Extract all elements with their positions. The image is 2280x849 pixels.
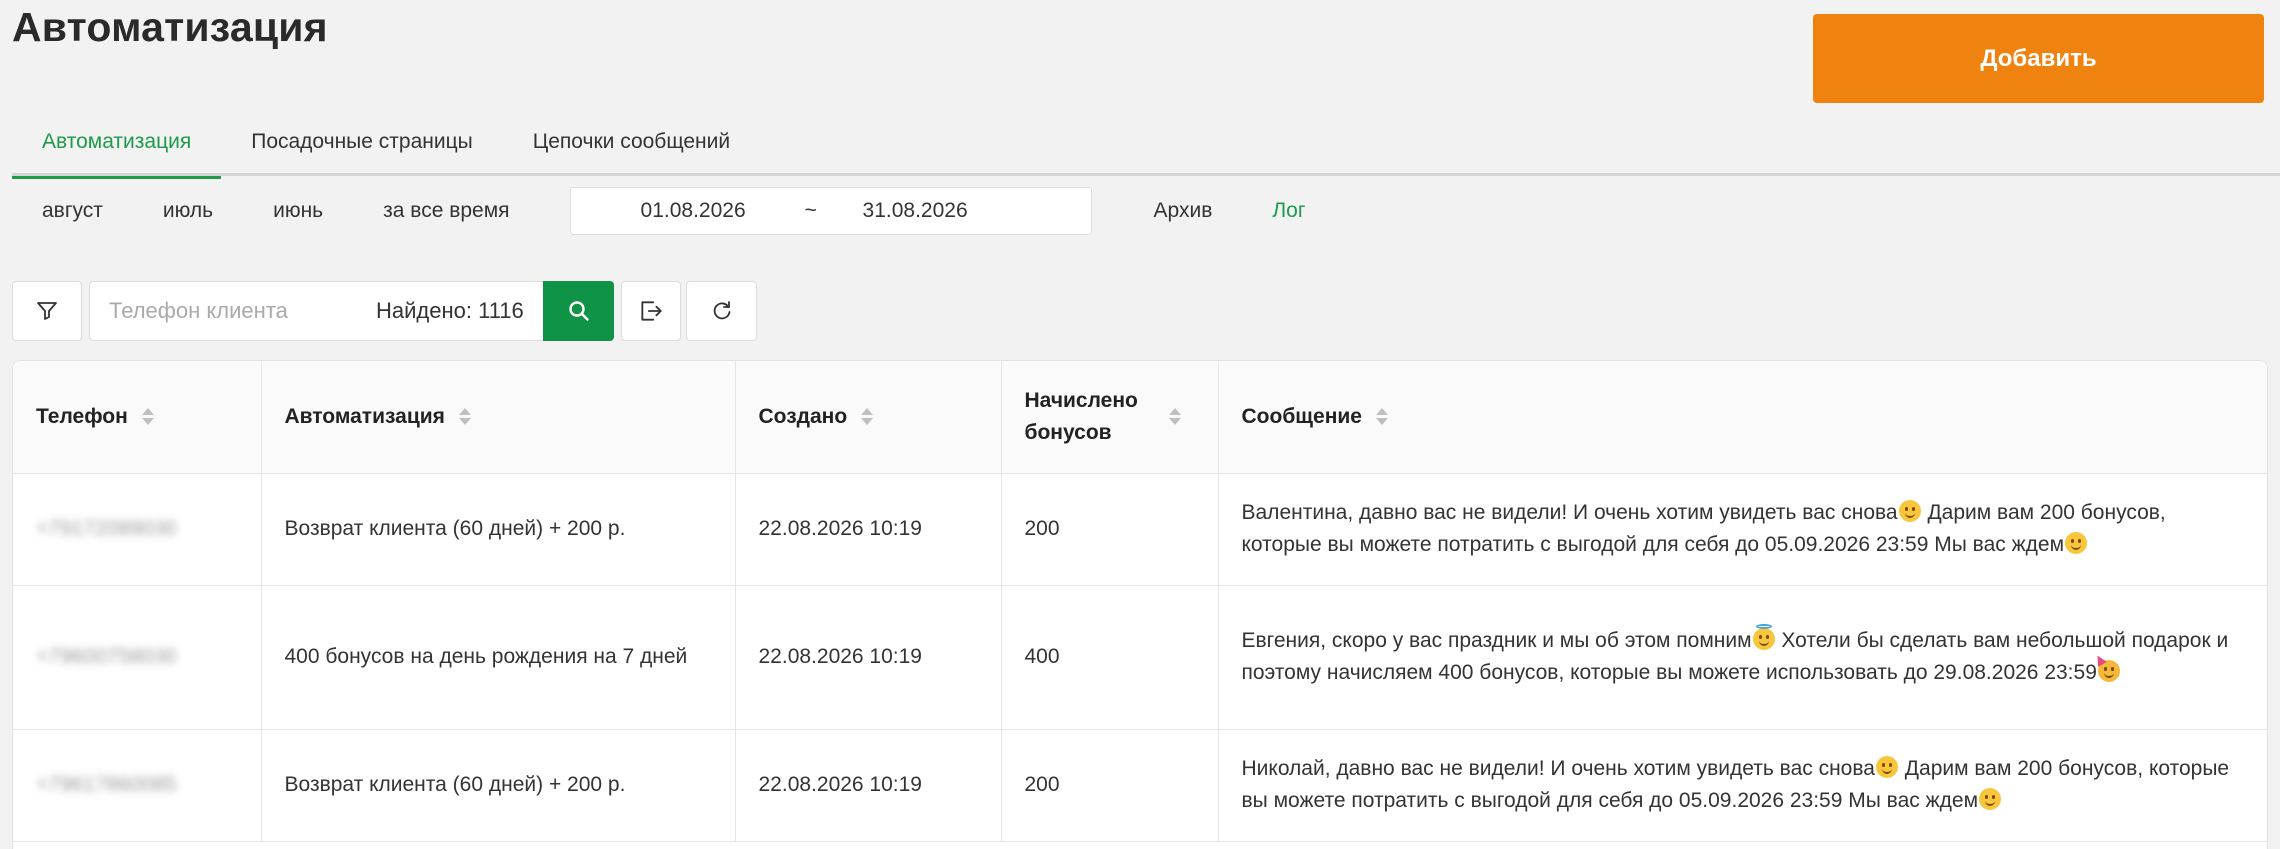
created-cell: 22.08.2026 10:19 [735, 729, 1002, 842]
sort-icon[interactable] [1375, 408, 1388, 426]
phone-search-input[interactable] [107, 297, 361, 325]
found-count: Найдено: 1116 [376, 298, 524, 323]
hugging-face-icon [2065, 532, 2088, 554]
smiling-face-icon [1875, 756, 1898, 778]
export-button[interactable] [621, 281, 681, 341]
column-phone[interactable]: Телефон [13, 361, 262, 474]
sort-icon[interactable] [141, 408, 154, 426]
created-cell: 22.08.2026 10:19 [735, 473, 1002, 586]
bonus-cell: 200 [1001, 473, 1219, 586]
page-title: Автоматизация [12, 4, 328, 50]
automation-log-table: Телефон Автоматизация Создано Начислено … [12, 360, 2268, 849]
phone-cell: +79600758030 [13, 585, 262, 730]
phone-cell: +79617860085 [13, 729, 262, 842]
table-row[interactable]: +79600758030 400 бонусов на день рождени… [13, 585, 2267, 730]
message-cell: Николай, давно вас не видели! И очень хо… [1218, 729, 2267, 842]
search-icon [568, 301, 589, 321]
sort-icon[interactable] [1168, 408, 1181, 426]
column-automation[interactable]: Автоматизация [261, 361, 736, 474]
filter-icon [37, 302, 57, 320]
automation-cell: Возврат клиента (60 дней) + 200 р. [261, 473, 736, 586]
search-button[interactable] [543, 281, 614, 341]
period-june[interactable]: июнь [243, 199, 353, 223]
tab-message-chains[interactable]: Цепочки сообщений [503, 108, 760, 176]
bonus-cell: 400 [1001, 585, 1219, 730]
phone-cell: +79172089030 [13, 473, 262, 586]
column-bonus[interactable]: Начислено бонусов [1001, 361, 1219, 474]
search-box: Найдено: 1116 [89, 281, 545, 341]
refresh-icon [713, 301, 730, 320]
date-range-picker[interactable]: 01.08.2026 ~ 31.08.2026 [569, 187, 1092, 235]
angel-face-icon [1752, 624, 1775, 650]
automation-cell: Возврат клиента (60 дней) + 200 р. [261, 729, 736, 842]
smiling-face-icon [1898, 500, 1921, 522]
export-icon [641, 301, 662, 321]
bonus-cell: 200 [1001, 729, 1219, 842]
log-link[interactable]: Лог [1272, 199, 1305, 223]
period-filter: август июль июнь за все время 01.08.2026… [12, 186, 1412, 236]
tab-bar: Автоматизация Посадочные страницы Цепочк… [12, 108, 2280, 179]
table-header-row: Телефон Автоматизация Создано Начислено … [13, 361, 2267, 474]
table-row[interactable]: +79617860085 Возврат клиента (60 дней) +… [13, 729, 2267, 842]
filter-button[interactable] [12, 281, 82, 341]
message-cell: Евгения, скоро у вас праздник и мы об эт… [1218, 585, 2267, 730]
period-all-time[interactable]: за все время [353, 199, 539, 223]
date-to[interactable]: 31.08.2026 [863, 199, 968, 223]
created-cell: 22.08.2026 10:19 [735, 585, 1002, 730]
column-created[interactable]: Создано [735, 361, 1002, 474]
refresh-button[interactable] [686, 281, 757, 341]
message-cell: Валентина, давно вас не видели! И очень … [1218, 473, 2267, 586]
party-face-icon [2093, 653, 2120, 682]
column-message[interactable]: Сообщение [1218, 361, 2267, 474]
table-row[interactable]: +79172089030 Возврат клиента (60 дней) +… [13, 473, 2267, 586]
period-august[interactable]: август [12, 199, 133, 223]
sort-icon[interactable] [458, 408, 471, 426]
tab-automation[interactable]: Автоматизация [12, 108, 222, 179]
period-july[interactable]: июль [133, 199, 243, 223]
automation-cell: 400 бонусов на день рождения на 7 дней [261, 585, 736, 730]
date-separator: ~ [804, 199, 817, 222]
date-from[interactable]: 01.08.2026 [641, 199, 791, 223]
archive-link[interactable]: Архив [1154, 199, 1213, 223]
tab-landing-pages[interactable]: Посадочные страницы [221, 108, 503, 176]
add-button[interactable]: Добавить [1813, 14, 2264, 103]
hugging-face-icon [1979, 788, 2002, 810]
sort-icon[interactable] [861, 408, 874, 426]
